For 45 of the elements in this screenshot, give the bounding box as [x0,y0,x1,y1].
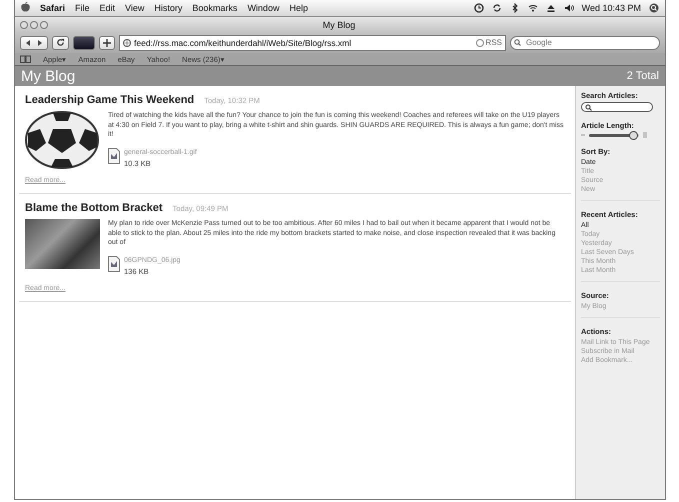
search-field[interactable]: Google [510,36,660,50]
article-title[interactable]: Blame the Bottom Bracket [25,202,163,214]
address-field[interactable]: feed://rss.mac.com/keithunderdahl/iWeb/Site/Blog/rss.xml RSS [119,34,506,50]
thumbnail-button[interactable] [73,36,95,50]
spotlight-icon[interactable] [649,3,659,13]
soccer-ball-icon [25,111,100,169]
circle-icon [476,38,484,46]
menu-clock[interactable]: Wed 10:43 PM [582,3,641,13]
close-button[interactable] [20,20,28,28]
menu-item[interactable]: Window [247,3,280,13]
reload-button[interactable] [52,36,69,50]
length-slider[interactable] [589,134,639,136]
search-icon [585,104,592,110]
long-icon [643,132,647,138]
arrows-icon [24,38,44,46]
add-bookmark-button[interactable] [99,36,115,50]
menu-item[interactable]: Safari [40,3,66,13]
blog-title: My Blog [21,68,76,84]
short-icon [581,133,585,137]
eject-icon[interactable] [546,3,556,13]
bluetooth-icon[interactable] [510,3,520,13]
back-forward-button[interactable] [20,36,48,50]
minimize-button[interactable] [30,20,38,28]
search-field[interactable] [581,102,653,112]
sync-icon[interactable] [492,3,502,13]
menu-item[interactable]: History [154,3,182,13]
menu-item[interactable]: View [125,3,144,13]
book-icon[interactable] [20,55,31,63]
zoom-button[interactable] [40,20,48,28]
article-count: 2 Total [626,70,659,82]
rss-button[interactable]: RSS [476,38,502,47]
volume-icon[interactable] [564,3,574,13]
apple-logo-icon[interactable] [21,2,30,14]
wifi-icon[interactable] [528,3,538,13]
globe-icon [123,38,131,46]
menu-item[interactable]: File [75,3,90,13]
article-title[interactable]: Leadership Game This Weekend [25,94,194,106]
clock-icon[interactable] [474,3,484,13]
slider-thumb[interactable] [629,130,638,140]
menu-item[interactable]: Edit [100,3,116,13]
reload-icon [56,38,65,47]
menu-item[interactable]: Bookmarks [192,3,238,13]
window-title: My Blog [322,20,356,30]
menu-item[interactable]: Help [289,3,308,13]
plus-icon [103,38,111,46]
